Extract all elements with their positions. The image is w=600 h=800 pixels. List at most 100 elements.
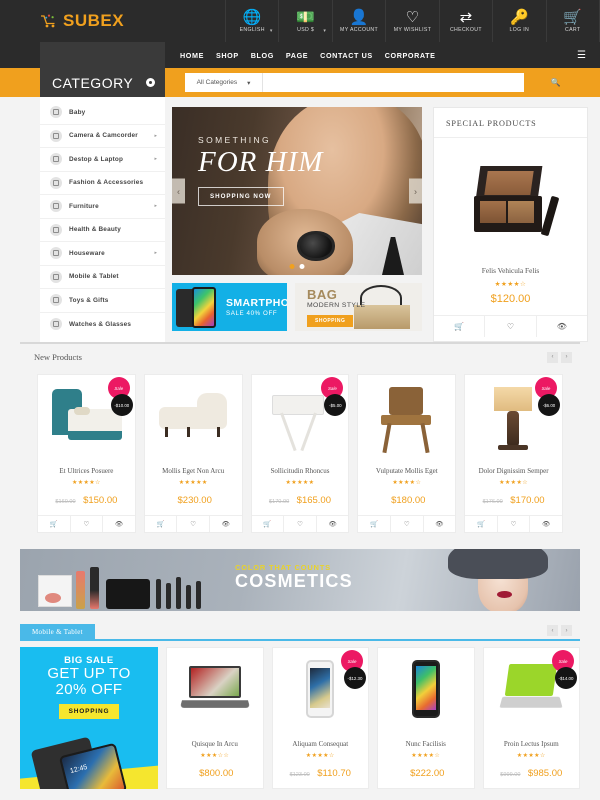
product-image[interactable]: Sale -$6.00 — [465, 375, 562, 463]
add-to-wishlist-button[interactable]: ♡ — [498, 516, 531, 532]
product-name[interactable]: Nunc Facilisis — [378, 736, 474, 748]
product-name[interactable]: Et Ultrices Posuere — [38, 463, 135, 475]
nav-link-blog[interactable]: BLOG — [251, 51, 274, 60]
hero-prev-button[interactable]: ‹ — [172, 178, 185, 204]
category-panel-header[interactable]: CATEGORY — [40, 68, 165, 97]
add-to-wishlist-button[interactable]: ♡ — [391, 516, 424, 532]
special-product-name[interactable]: Felis Vehicula Felis — [434, 266, 587, 275]
hero-next-button[interactable]: › — [409, 178, 422, 204]
quick-view-button[interactable]: 👁 — [537, 316, 587, 337]
product-name[interactable]: Mollis Eget Non Arcu — [145, 463, 242, 475]
product-card[interactable]: Mollis Eget Non Arcu ★★★★★ $230.00 🛒 ♡ 👁 — [143, 374, 243, 533]
cosmetics-banner[interactable]: COLOR THAT COUNTS COSMETICS — [20, 549, 580, 611]
sidebar-item-watches-glasses[interactable]: Watches & Glasses — [40, 313, 165, 337]
add-to-wishlist-button[interactable]: ♡ — [485, 316, 537, 337]
sidebar-item-baby[interactable]: Baby — [40, 101, 165, 125]
product-name[interactable]: Proin Lectus Ipsum — [484, 736, 580, 748]
nav-link-corporate[interactable]: CORPORATE — [385, 51, 436, 60]
sidebar-item-destop-laptop[interactable]: Destop & Laptop ▸ — [40, 148, 165, 172]
sidebar-item-toys-gifts[interactable]: Toys & Gifts — [40, 289, 165, 313]
search-input[interactable] — [263, 73, 524, 92]
sidebar-item-houseware[interactable]: Houseware ▸ — [40, 242, 165, 266]
product-image[interactable] — [378, 648, 474, 736]
product-image[interactable] — [145, 375, 242, 463]
hero-cta-button[interactable]: SHOPPING NOW — [198, 187, 284, 206]
add-to-wishlist-button[interactable]: ♡ — [284, 516, 317, 532]
site-logo[interactable]: SUBEX — [0, 0, 225, 42]
quick-view-button[interactable]: 👁 — [424, 516, 456, 532]
nav-link-home[interactable]: HOME — [180, 51, 204, 60]
carousel-next-button[interactable]: › — [561, 625, 572, 636]
product-image[interactable]: Sale -$12.30 — [273, 648, 369, 736]
product-image[interactable]: Sale -$14.00 — [484, 648, 580, 736]
add-to-cart-button[interactable]: 🛒 — [252, 516, 285, 532]
add-to-wishlist-button[interactable]: ♡ — [177, 516, 210, 532]
nav-link-shop[interactable]: SHOP — [216, 51, 239, 60]
gear-dot-icon[interactable] — [146, 78, 155, 87]
hero-dot-active[interactable] — [289, 264, 295, 269]
promo-banner-bag[interactable]: BAG MODERN STYLE SHOPPING — [295, 283, 422, 331]
product-image[interactable]: Sale -$10.00 — [38, 375, 135, 463]
product-card[interactable]: Sale -$10.00 Et Ultrices Posuere ★★★★☆ $… — [37, 374, 136, 533]
product-name[interactable]: Vulputate Mollis Eget — [358, 463, 455, 475]
add-to-cart-button[interactable]: 🛒 — [38, 516, 71, 532]
cart-icon: 🛒 — [49, 521, 58, 528]
sidebar-item-fashion-accessories[interactable]: Fashion & Accessories — [40, 172, 165, 195]
product-card[interactable]: Sale -$6.00 Dolor Dignissim Semper ★★★★☆… — [464, 374, 563, 533]
quick-view-button[interactable]: 👁 — [317, 516, 349, 532]
carousel-prev-button[interactable]: ‹ — [547, 351, 558, 363]
top-item-english[interactable]: 🌐 ENGLISH ▾ — [225, 0, 278, 42]
special-product-image[interactable] — [434, 138, 587, 266]
add-to-cart-button[interactable]: 🛒 — [434, 316, 486, 337]
product-rating: ★★★☆☆ — [200, 753, 230, 759]
product-name[interactable]: Aliquam Consequat — [273, 736, 369, 748]
carousel-prev-button[interactable]: ‹ — [547, 625, 558, 636]
add-to-cart-button[interactable]: 🛒 — [465, 516, 498, 532]
top-item-my-account[interactable]: 👤 MY ACCOUNT — [331, 0, 385, 42]
sidebar-item-camera-camcorder[interactable]: Camera & Camcorder ▸ — [40, 125, 165, 148]
hero-dot[interactable] — [299, 264, 305, 269]
search-button[interactable]: 🔍 — [524, 73, 587, 92]
hero-slider[interactable]: SOMETHING FOR HIM SHOPPING NOW ‹ › — [172, 107, 422, 275]
hamburger-icon[interactable]: ☰ — [577, 50, 586, 61]
quick-view-button[interactable]: 👁 — [530, 516, 562, 532]
quick-view-button[interactable]: 👁 — [210, 516, 242, 532]
product-card[interactable]: Sale -$14.00 Proin Lectus Ipsum ★★★★☆ $9… — [482, 647, 580, 789]
product-image[interactable]: Sale -$5.00 — [252, 375, 349, 463]
sidebar-item-health-beauty[interactable]: Health & Beauty — [40, 219, 165, 242]
product-card[interactable]: Sale -$12.30 Aliquam Consequat ★★★★☆ $12… — [271, 647, 369, 789]
top-item-currency[interactable]: 💵 USD $ ▾ — [278, 0, 331, 42]
product-image[interactable] — [167, 648, 263, 736]
add-to-cart-button[interactable]: 🛒 — [358, 516, 391, 532]
add-to-wishlist-button[interactable]: ♡ — [71, 516, 104, 532]
product-card[interactable]: Nunc Facilisis ★★★★☆ $222.00 — [377, 647, 475, 789]
top-item-checkout[interactable]: ⇄ CHECKOUT — [438, 0, 492, 42]
nav-link-contact-us[interactable]: CONTACT US — [320, 51, 373, 60]
quick-view-button[interactable]: 👁 — [103, 516, 135, 532]
product-image[interactable] — [358, 375, 455, 463]
promo-banner-smartphone[interactable]: SMARTPHONE SALE 40% OFF — [172, 283, 287, 331]
new-products-grid: Sale -$10.00 Et Ultrices Posuere ★★★★☆ $… — [0, 370, 600, 545]
top-item-cart[interactable]: 🛒 CART — [545, 0, 600, 42]
product-card[interactable]: Sale -$5.00 Sollicitudin Rhoncus ★★★★★ $… — [250, 374, 350, 533]
promo-cta-button[interactable]: SHOPPING — [307, 314, 354, 327]
product-name[interactable]: Sollicitudin Rhoncus — [252, 463, 349, 475]
big-sale-promo[interactable]: BIG SALE GET UP TO 20% OFF SHOPPING 12:4… — [20, 647, 158, 789]
sidebar-item-furniture[interactable]: Furniture ▸ — [40, 195, 165, 219]
add-to-cart-button[interactable]: 🛒 — [145, 516, 178, 532]
tab-mobile-tablet[interactable]: Mobile & Tablet — [20, 624, 95, 639]
top-item-my-wishlist[interactable]: ♡ MY WISHLIST — [385, 0, 438, 42]
sidebar-item-mobile-tablet[interactable]: Mobile & Tablet — [40, 266, 165, 289]
product-card[interactable]: Vulputate Mollis Eget ★★★★☆ $180.00 🛒 ♡ … — [357, 374, 457, 533]
nav-link-page[interactable]: PAGE — [286, 51, 308, 60]
product-name[interactable]: Dolor Dignissim Semper — [465, 463, 562, 475]
hero-pagination-dots[interactable] — [289, 264, 305, 269]
carousel-next-button[interactable]: › — [561, 351, 572, 363]
top-item-log-in[interactable]: 🔑 LOG IN — [492, 0, 545, 42]
big-sale-cta-button[interactable]: SHOPPING — [58, 703, 120, 719]
product-price: $170.00 — [510, 495, 545, 506]
product-card[interactable]: Quisque In Arcu ★★★☆☆ $800.00 — [166, 647, 264, 789]
product-name[interactable]: Quisque In Arcu — [167, 736, 263, 748]
search-category-select[interactable]: All Categories ▾ — [185, 73, 263, 92]
toys-icon — [50, 294, 62, 307]
